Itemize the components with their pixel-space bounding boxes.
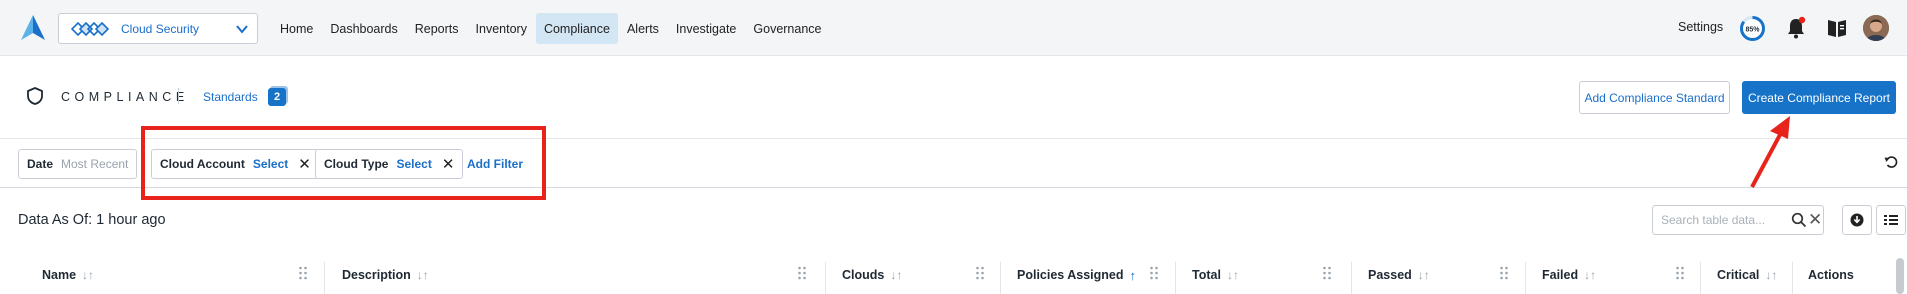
sort-icon[interactable]: ↓↑ <box>890 268 902 282</box>
standards-count-badge: 2 <box>268 88 286 106</box>
app-name: Cloud Security <box>121 21 200 36</box>
page-title: COMPLIANCE <box>61 90 189 104</box>
download-button[interactable] <box>1842 205 1872 235</box>
filter-key: Date <box>27 157 54 171</box>
nav-home[interactable]: Home <box>272 13 321 44</box>
column-divider <box>1175 262 1176 294</box>
column-header-critical[interactable]: Critical ↓↑ <box>1717 256 1777 294</box>
column-label: Description <box>342 268 411 282</box>
avatar-image-icon <box>1863 15 1889 41</box>
chevron-down-icon <box>236 25 248 34</box>
column-header-policies-assigned[interactable]: Policies Assigned ↑ <box>1017 256 1136 294</box>
nav-reports[interactable]: Reports <box>407 13 467 44</box>
data-as-of-label: Data As Of: 1 hour ago <box>18 212 166 228</box>
column-divider <box>825 262 826 294</box>
column-label: Failed <box>1542 268 1579 282</box>
vertical-scrollbar[interactable] <box>1896 258 1904 294</box>
settings-link[interactable]: Settings <box>1678 20 1723 34</box>
table-header: Name ↓↑ Description ↓↑ Clouds ↓↑ Policies A… <box>0 256 1907 294</box>
nav-inventory[interactable]: Inventory <box>468 13 535 44</box>
drag-handle-icon[interactable] <box>298 266 308 280</box>
column-divider <box>1525 262 1526 294</box>
shield-icon <box>27 87 43 105</box>
sort-icon[interactable]: ↓↑ <box>417 268 429 282</box>
top-navigation-bar: Cloud Security Home Dashboards Reports I… <box>0 0 1907 56</box>
reset-filters-icon[interactable] <box>1884 155 1898 169</box>
download-icon <box>1850 213 1864 227</box>
main-nav: Home Dashboards Reports Inventory Compli… <box>272 13 831 44</box>
column-header-total[interactable]: Total ↓↑ <box>1192 256 1239 294</box>
column-settings-button[interactable] <box>1876 205 1906 235</box>
gauge-label: 85% <box>1745 27 1760 34</box>
column-divider <box>1351 262 1352 294</box>
date-filter-chip[interactable]: Date Most Recent <box>18 149 138 179</box>
app-switcher-dropdown[interactable]: Cloud Security <box>58 13 258 44</box>
column-label: Actions <box>1808 268 1854 282</box>
logo-icon[interactable] <box>20 14 46 42</box>
docs-book-icon[interactable] <box>1826 17 1848 39</box>
column-header-description[interactable]: Description ↓↑ <box>342 256 429 294</box>
column-label: Passed <box>1368 268 1412 282</box>
sort-icon[interactable]: ↓↑ <box>1418 268 1430 282</box>
drag-handle-icon[interactable] <box>1322 266 1332 280</box>
column-label: Clouds <box>842 268 885 282</box>
sort-icon[interactable]: ↓↑ <box>82 268 94 282</box>
list-columns-icon <box>1884 215 1898 225</box>
health-gauge-icon[interactable]: 85% <box>1739 15 1766 42</box>
column-divider <box>1000 262 1001 294</box>
column-header-failed[interactable]: Failed ↓↑ <box>1542 256 1596 294</box>
sort-icon[interactable]: ↓↑ <box>1584 268 1596 282</box>
nav-alerts[interactable]: Alerts <box>619 13 667 44</box>
nav-investigate[interactable]: Investigate <box>668 13 744 44</box>
column-header-clouds[interactable]: Clouds ↓↑ <box>842 256 902 294</box>
add-compliance-standard-button[interactable]: Add Compliance Standard <box>1579 81 1730 114</box>
nav-governance[interactable]: Governance <box>745 13 829 44</box>
drag-handle-icon[interactable] <box>1499 266 1509 280</box>
sort-ascending-icon[interactable]: ↑ <box>1130 268 1137 283</box>
column-divider <box>1700 262 1701 294</box>
drag-handle-icon[interactable] <box>975 266 985 280</box>
column-label: Policies Assigned <box>1017 268 1124 282</box>
column-divider <box>324 262 325 294</box>
sort-icon[interactable]: ↓↑ <box>1227 268 1239 282</box>
nav-compliance[interactable]: Compliance <box>535 13 618 44</box>
table-search-input[interactable]: Search table data... ✕ <box>1652 205 1824 235</box>
column-label: Total <box>1192 268 1221 282</box>
cubes-icon <box>71 21 111 36</box>
column-divider <box>1792 262 1793 294</box>
clear-search-icon[interactable]: ✕ <box>1808 210 1822 230</box>
nav-dashboards[interactable]: Dashboards <box>322 13 405 44</box>
user-avatar[interactable] <box>1863 15 1889 41</box>
standards-link[interactable]: Standards <box>203 90 258 104</box>
filter-value: Most Recent <box>61 157 129 171</box>
search-icon[interactable] <box>1791 212 1807 228</box>
create-compliance-report-button[interactable]: Create Compliance Report <box>1742 81 1896 114</box>
column-label: Name <box>42 268 77 282</box>
column-label: Critical <box>1717 268 1760 282</box>
drag-handle-icon[interactable] <box>797 266 807 280</box>
drag-handle-icon[interactable] <box>1675 266 1685 280</box>
column-header-name[interactable]: Name ↓↑ <box>42 256 94 294</box>
column-header-passed[interactable]: Passed ↓↑ <box>1368 256 1430 294</box>
drag-handle-icon[interactable] <box>1149 266 1159 280</box>
highlight-box <box>141 126 546 200</box>
column-header-actions: Actions <box>1808 256 1854 294</box>
sort-icon[interactable]: ↓↑ <box>1765 268 1777 282</box>
search-placeholder: Search table data... <box>1661 213 1766 227</box>
header-divider <box>178 88 179 104</box>
bell-icon[interactable] <box>1785 16 1807 40</box>
